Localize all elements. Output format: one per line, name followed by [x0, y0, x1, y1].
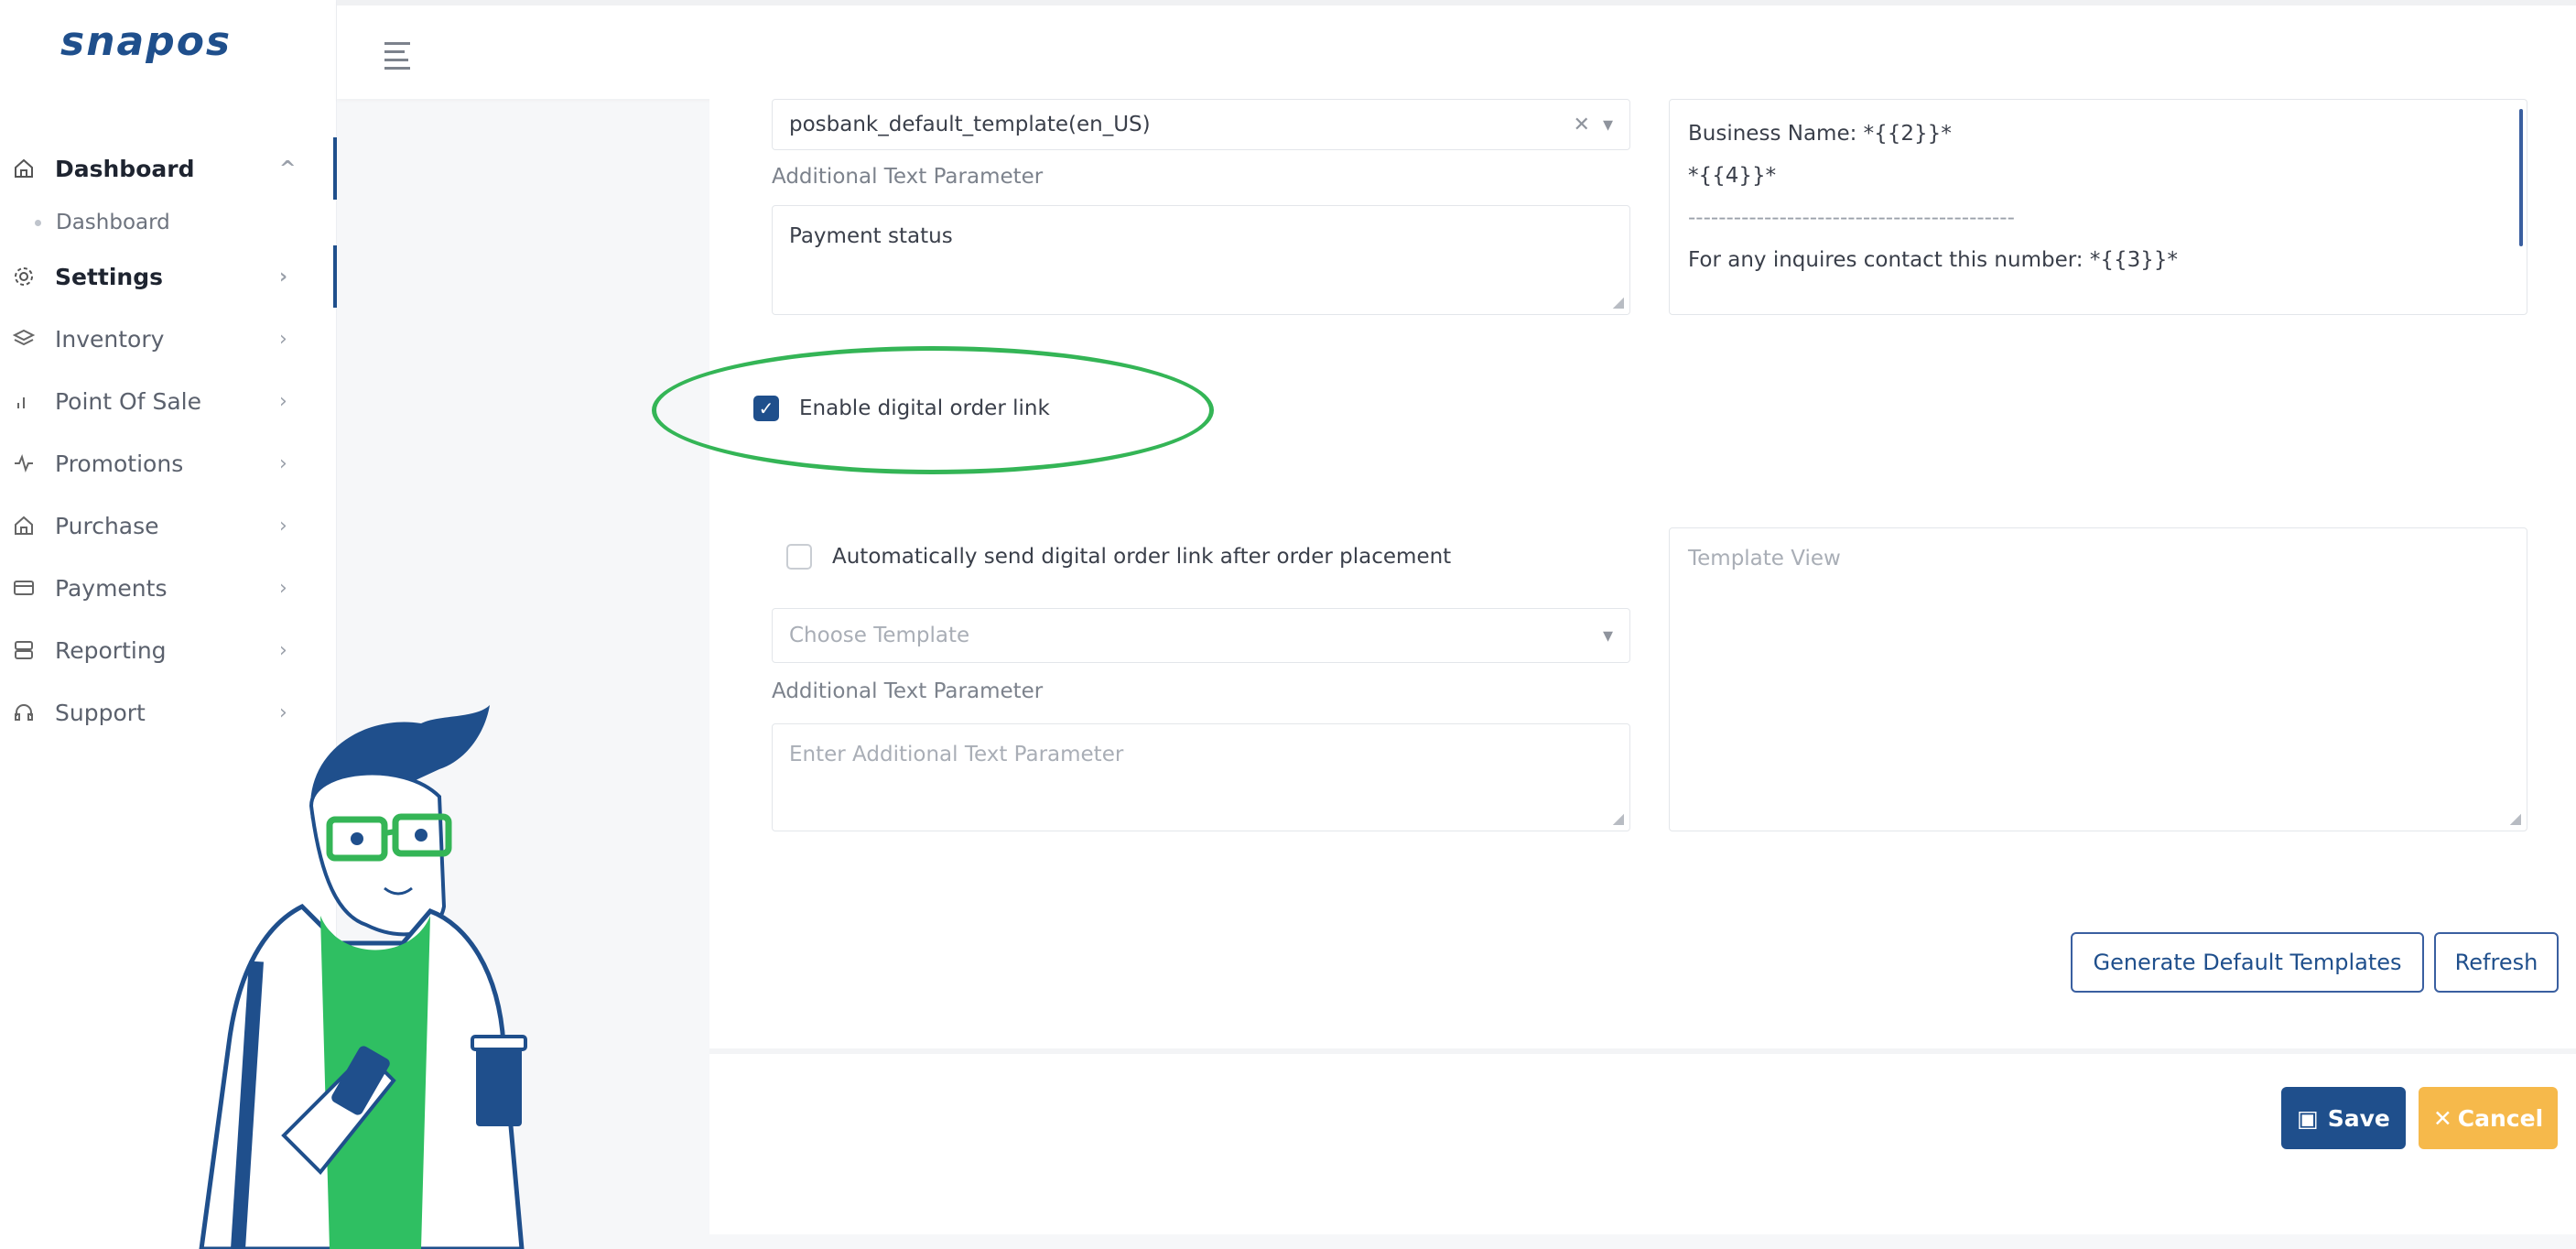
- template-line: *{{4}}*: [1688, 164, 1777, 188]
- resize-handle-icon[interactable]: ◢: [1613, 293, 1624, 310]
- sidebar-item-inventory[interactable]: Inventory ›: [0, 308, 337, 370]
- scrollbar[interactable]: [2519, 109, 2523, 246]
- choose-template-select[interactable]: Choose Template ▾: [772, 608, 1630, 663]
- auto-send-option[interactable]: Automatically send digital order link af…: [786, 544, 1451, 570]
- additional-text-label: Additional Text Parameter: [772, 165, 1044, 189]
- sidebar-item-label: Support: [55, 699, 146, 726]
- headphones-icon: [11, 700, 37, 725]
- sidebar-item-reporting[interactable]: Reporting ›: [0, 619, 337, 681]
- template-view-empty: Template View ◢: [1669, 527, 2527, 831]
- save-icon: ▣: [2297, 1104, 2319, 1132]
- resize-handle-icon[interactable]: ◢: [2510, 809, 2521, 827]
- template-line: ----------------------------------------…: [1688, 206, 2015, 230]
- refresh-button[interactable]: Refresh: [2434, 932, 2559, 993]
- chevron-right-icon: ›: [279, 327, 287, 351]
- chevron-right-icon: ›: [279, 576, 287, 600]
- bar-chart-icon: [11, 388, 37, 414]
- menu-toggle-icon[interactable]: [384, 42, 410, 75]
- cancel-label: Cancel: [2457, 1104, 2544, 1132]
- resize-handle-icon[interactable]: ◢: [1613, 809, 1624, 827]
- active-indicator: [333, 137, 337, 200]
- chevron-right-icon: ›: [279, 451, 287, 475]
- template-select-value: posbank_default_template(en_US): [789, 113, 1151, 136]
- sidebar-item-label: Settings: [55, 263, 164, 290]
- home-icon: [11, 513, 37, 538]
- additional-text-placeholder: Enter Additional Text Parameter: [789, 743, 1124, 766]
- server-icon: [11, 637, 37, 663]
- chevron-right-icon: ›: [279, 638, 287, 662]
- sidebar-item-label: Purchase: [55, 512, 159, 539]
- clear-and-dropdown-icon[interactable]: ✕ ▾: [1574, 114, 1613, 136]
- chevron-up-icon: ^: [279, 157, 297, 180]
- chevron-right-icon: ›: [279, 514, 287, 538]
- sidebar-item-label: Reporting: [55, 636, 167, 664]
- save-button[interactable]: ▣ Save: [2281, 1087, 2406, 1149]
- template-line: Business Name: *{{2}}*: [1688, 122, 1952, 146]
- highlight-ellipse: [652, 346, 1214, 474]
- sidebar-nav: Dashboard ^ Dashboard Settings › Invento…: [0, 137, 337, 744]
- activity-icon: [11, 451, 37, 476]
- form-footer: ▣ Save ✕ Cancel: [709, 1048, 2576, 1234]
- gear-icon: [11, 264, 37, 289]
- sidebar-item-label: Inventory: [55, 325, 165, 353]
- active-indicator: [333, 245, 337, 308]
- additional-text-field-2[interactable]: Enter Additional Text Parameter ◢: [772, 723, 1630, 831]
- save-label: Save: [2327, 1104, 2390, 1132]
- top-header: [337, 0, 2576, 99]
- sidebar-item-purchase[interactable]: Purchase ›: [0, 494, 337, 557]
- sidebar-item-label: Point Of Sale: [55, 387, 201, 415]
- sidebar-subitem-dashboard[interactable]: Dashboard: [0, 200, 337, 245]
- card-icon: [11, 575, 37, 601]
- sidebar-item-label: Promotions: [55, 450, 184, 477]
- dropdown-icon[interactable]: ▾: [1603, 624, 1613, 647]
- sidebar-item-settings[interactable]: Settings ›: [0, 245, 337, 308]
- sidebar-item-label: Payments: [55, 574, 168, 602]
- additional-text-value: Payment status: [789, 224, 953, 248]
- generate-default-templates-button[interactable]: Generate Default Templates: [2071, 932, 2424, 993]
- cancel-button[interactable]: ✕ Cancel: [2419, 1087, 2558, 1149]
- sidebar-subitem-label: Dashboard: [56, 211, 170, 234]
- layers-icon: [11, 326, 37, 352]
- choose-template-placeholder: Choose Template: [789, 624, 970, 647]
- home-icon: [11, 156, 37, 181]
- sidebar-item-dashboard[interactable]: Dashboard ^: [0, 137, 337, 200]
- additional-text-label: Additional Text Parameter: [772, 679, 1044, 703]
- template-line: For any inquires contact this number: *{…: [1688, 248, 2179, 272]
- additional-text-field[interactable]: Payment status ◢: [772, 205, 1630, 315]
- bullet-icon: [35, 219, 41, 226]
- chevron-right-icon: ›: [279, 265, 288, 288]
- sidebar-item-point-of-sale[interactable]: Point Of Sale ›: [0, 370, 337, 432]
- mascot-illustration: [199, 705, 527, 1249]
- close-icon: ✕: [2432, 1104, 2452, 1132]
- checkbox-label: Automatically send digital order link af…: [832, 545, 1452, 569]
- sidebar-item-label: Dashboard: [55, 155, 195, 182]
- sidebar-item-payments[interactable]: Payments ›: [0, 557, 337, 619]
- template-view-placeholder: Template View: [1688, 547, 1841, 570]
- template-select[interactable]: posbank_default_template(en_US) ✕ ▾: [772, 99, 1630, 150]
- app-logo: snapos: [60, 18, 233, 65]
- chevron-right-icon: ›: [279, 389, 287, 413]
- sidebar: snapos Dashboard ^ Dashboard Settings ›: [0, 0, 527, 1249]
- checkbox-unchecked-icon[interactable]: [786, 544, 812, 570]
- template-view-preview: Business Name: *{{2}}* *{{4}}* ---------…: [1669, 99, 2527, 315]
- sidebar-item-promotions[interactable]: Promotions ›: [0, 432, 337, 494]
